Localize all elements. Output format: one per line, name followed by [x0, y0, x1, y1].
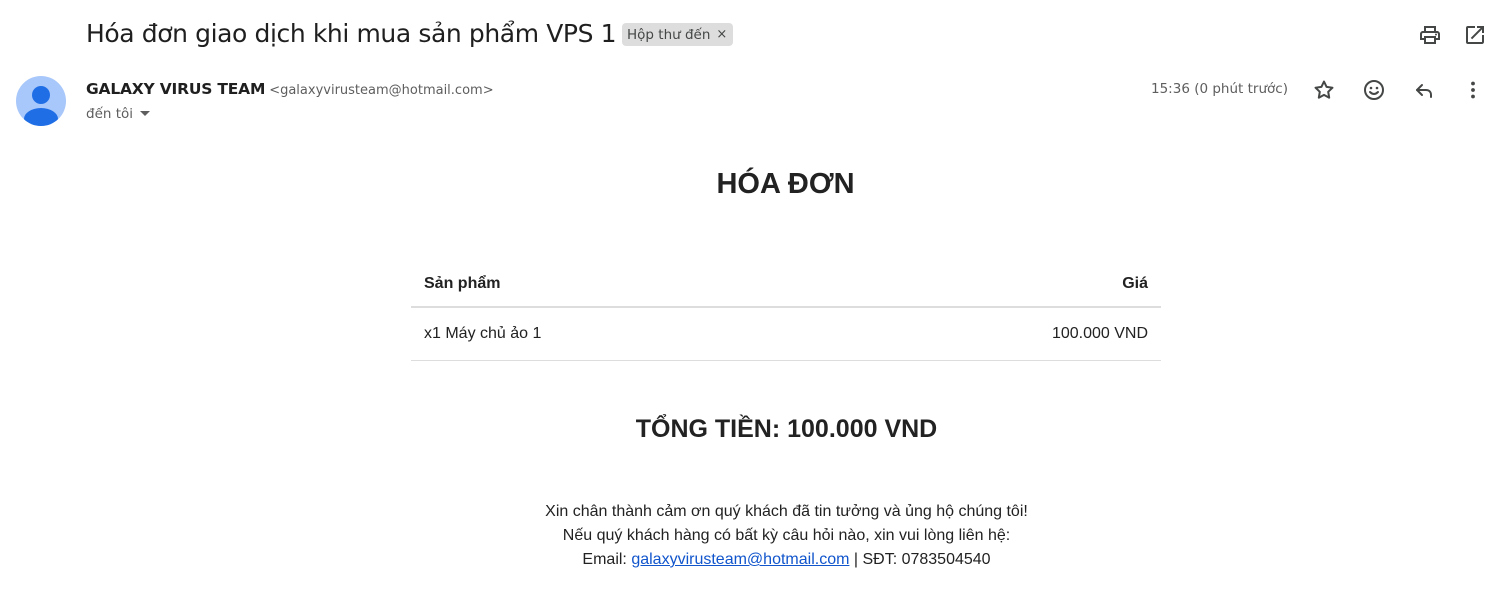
more-vertical-icon[interactable] — [1459, 76, 1487, 104]
invoice-table: Sản phẩm Giá x1 Máy chủ ảo 1 100.000 VND — [411, 262, 1161, 361]
table-row: x1 Máy chủ ảo 1 100.000 VND — [411, 307, 1161, 361]
product-cell: x1 Máy chủ ảo 1 — [411, 307, 817, 361]
open-in-new-window-icon[interactable] — [1461, 21, 1489, 49]
recipient-text: đến tôi — [86, 106, 134, 122]
invoice-total: TỔNG TIỀN: 100.000 VND — [635, 415, 938, 443]
contact-prompt: Nếu quý khách hàng có bất kỳ câu hỏi nào… — [562, 527, 1011, 544]
contact-email-link[interactable]: galaxyvirusteam@hotmail.com — [631, 551, 849, 568]
default-avatar-icon — [24, 86, 58, 126]
emoji-icon[interactable] — [1360, 76, 1388, 104]
price-cell: 100.000 VND — [816, 307, 1161, 361]
email-label: Email: — [582, 551, 632, 568]
phone-text: | SĐT: 0783504540 — [849, 551, 991, 568]
column-header-product: Sản phẩm — [411, 262, 817, 308]
star-icon[interactable] — [1310, 76, 1338, 104]
inbox-label-chip[interactable]: Hộp thư đến × — [622, 23, 734, 46]
reply-icon[interactable] — [1410, 76, 1438, 104]
sender-info: GALAXY VIRUS TEAM <galaxyvirusteam@hotmai… — [86, 78, 494, 102]
column-header-price: Giá — [816, 262, 1161, 308]
invoice-title: HÓA ĐƠN — [716, 168, 855, 200]
inbox-label-text: Hộp thư đến — [627, 26, 711, 43]
email-subject: Hóa đơn giao dịch khi mua sản phẩm VPS 1 — [86, 19, 617, 48]
invoice-footer: Xin chân thành cảm ơn quý khách đã tin t… — [0, 500, 1501, 572]
caret-down-icon — [140, 111, 151, 116]
print-icon[interactable] — [1416, 21, 1444, 49]
email-timestamp: 15:36 (0 phút trước) — [1151, 81, 1288, 97]
thanks-text: Xin chân thành cảm ơn quý khách đã tin t… — [545, 503, 1028, 520]
remove-label-icon[interactable]: × — [716, 27, 727, 42]
recipient-details-toggle[interactable]: đến tôi — [86, 103, 151, 125]
sender-avatar[interactable] — [16, 76, 66, 126]
sender-email: <galaxyvirusteam@hotmail.com> — [269, 83, 494, 98]
contact-line: Email: galaxyvirusteam@hotmail.com | SĐT… — [0, 548, 1501, 572]
sender-name[interactable]: GALAXY VIRUS TEAM — [86, 80, 265, 98]
invoice-header-row: Sản phẩm Giá — [411, 262, 1161, 308]
